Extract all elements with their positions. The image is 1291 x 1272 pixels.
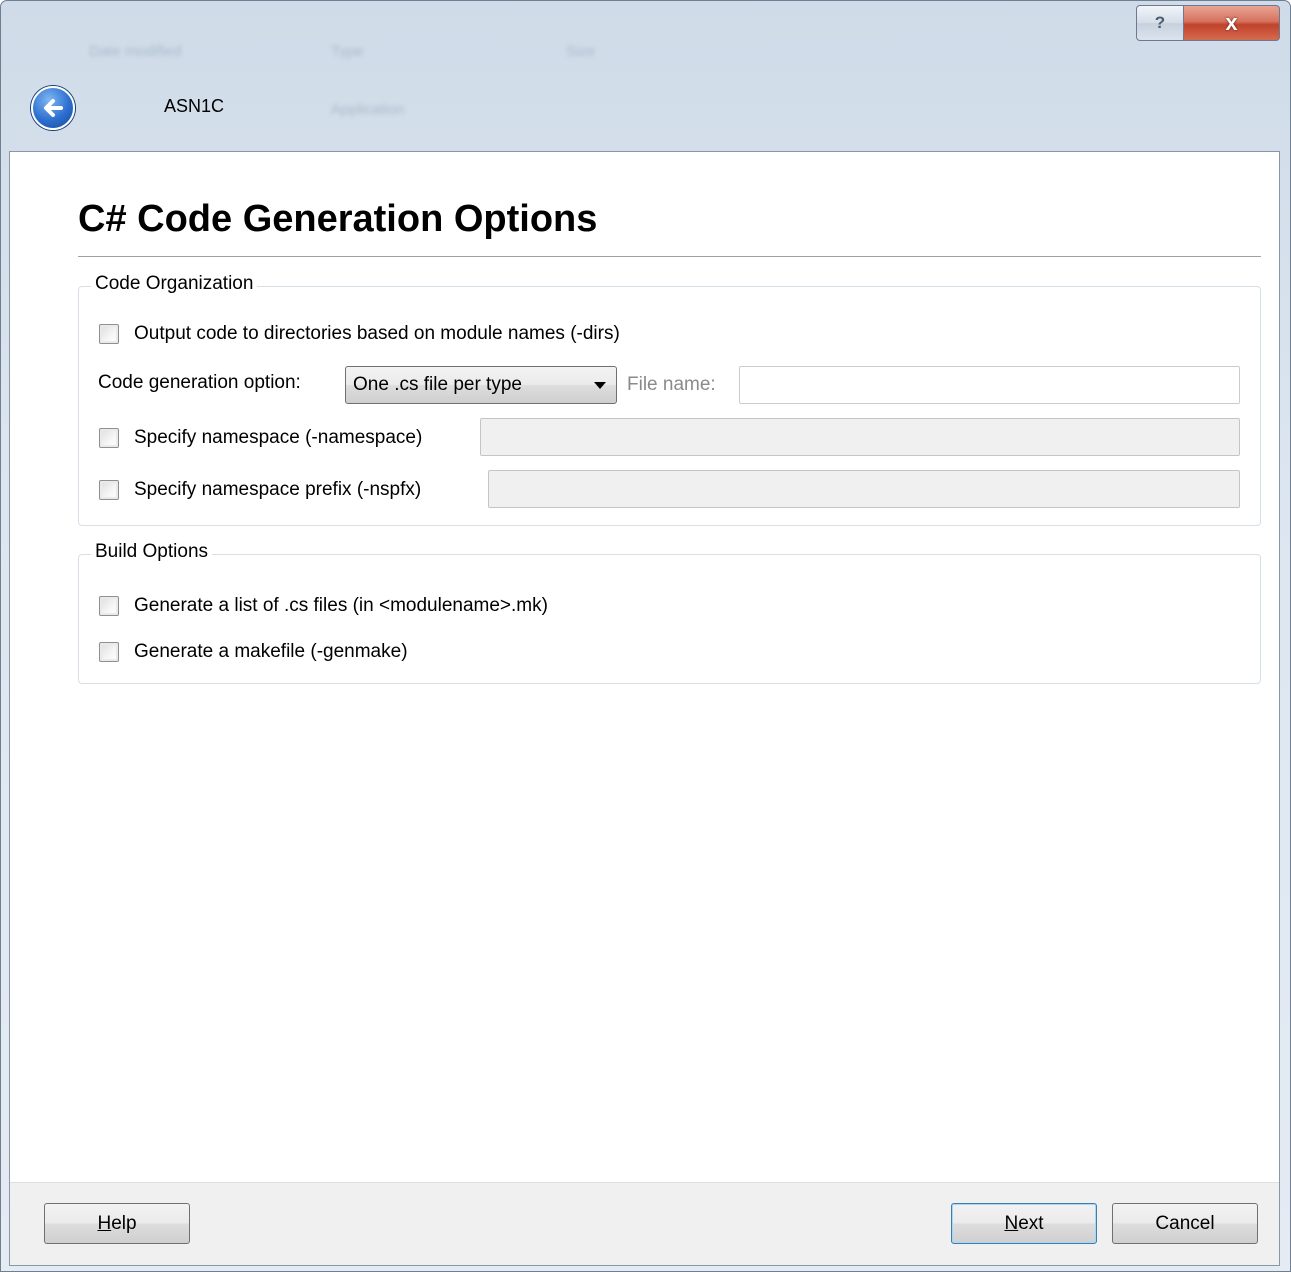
close-button[interactable]: x xyxy=(1184,5,1280,41)
file-name-label: File name: xyxy=(627,374,716,395)
wizard-window: Date modified Type Size Application ? x … xyxy=(0,0,1291,1272)
genmake-label: Generate a makefile (-genmake) xyxy=(134,641,408,662)
group-legend: Code Organization xyxy=(91,273,258,295)
namespace-option[interactable]: Specify namespace (-namespace) xyxy=(99,427,422,449)
help-accelerator: H xyxy=(97,1212,112,1234)
group-legend: Build Options xyxy=(91,541,213,563)
dropdown-arrow-icon[interactable] xyxy=(594,382,606,389)
nspfx-option[interactable]: Specify namespace prefix (-nspfx) xyxy=(99,479,421,501)
wizard-page: C# Code Generation Options Code Organiza… xyxy=(9,151,1280,1266)
next-button[interactable]: Next xyxy=(951,1203,1097,1244)
cancel-button[interactable]: Cancel xyxy=(1112,1203,1258,1244)
back-button[interactable] xyxy=(31,86,75,130)
file-name-input[interactable] xyxy=(739,366,1240,404)
close-icon: x xyxy=(1225,10,1238,35)
button-bar: Help Next Cancel xyxy=(10,1183,1279,1265)
namespace-checkbox[interactable] xyxy=(99,428,119,448)
background-text: Type xyxy=(331,43,364,60)
dirs-label: Output code to directories based on modu… xyxy=(134,323,620,344)
window-title: ASN1C xyxy=(164,96,225,116)
codegen-option-select[interactable]: One .cs file per type xyxy=(345,366,617,404)
codegen-label-row: Code generation option: xyxy=(98,372,301,394)
namespace-label: Specify namespace (-namespace) xyxy=(134,427,423,448)
background-text: Date modified xyxy=(89,43,182,60)
back-arrow-icon xyxy=(44,99,63,117)
question-icon: ? xyxy=(1154,13,1166,32)
next-label-rest: ext xyxy=(1018,1212,1044,1234)
caption-buttons: ? x xyxy=(1136,5,1280,41)
background-text: Application xyxy=(331,101,405,118)
mk-list-label: Generate a list of .cs files (in <module… xyxy=(134,595,548,616)
codegen-option-label: Code generation option: xyxy=(98,372,301,393)
dirs-checkbox[interactable] xyxy=(99,324,119,344)
mk-list-checkbox[interactable] xyxy=(99,596,119,616)
nspfx-checkbox[interactable] xyxy=(99,480,119,500)
help-label-rest: elp xyxy=(111,1212,137,1234)
namespace-input[interactable] xyxy=(480,418,1240,456)
cancel-label: Cancel xyxy=(1155,1212,1215,1234)
nspfx-input[interactable] xyxy=(488,470,1240,508)
genmake-option[interactable]: Generate a makefile (-genmake) xyxy=(99,641,408,663)
title-divider xyxy=(78,256,1261,257)
page-title: C# Code Generation Options xyxy=(78,198,598,240)
dirs-option[interactable]: Output code to directories based on modu… xyxy=(99,323,620,345)
background-text: Size xyxy=(566,43,596,60)
build-options-group: Build Options xyxy=(78,541,1261,684)
genmake-checkbox[interactable] xyxy=(99,642,119,662)
help-button[interactable]: Help xyxy=(44,1203,190,1244)
codegen-option-value: One .cs file per type xyxy=(353,374,522,395)
nspfx-label: Specify namespace prefix (-nspfx) xyxy=(134,479,422,500)
next-accelerator: N xyxy=(1004,1212,1019,1234)
help-caption-button[interactable]: ? xyxy=(1136,5,1184,41)
mk-list-option[interactable]: Generate a list of .cs files (in <module… xyxy=(99,595,548,617)
